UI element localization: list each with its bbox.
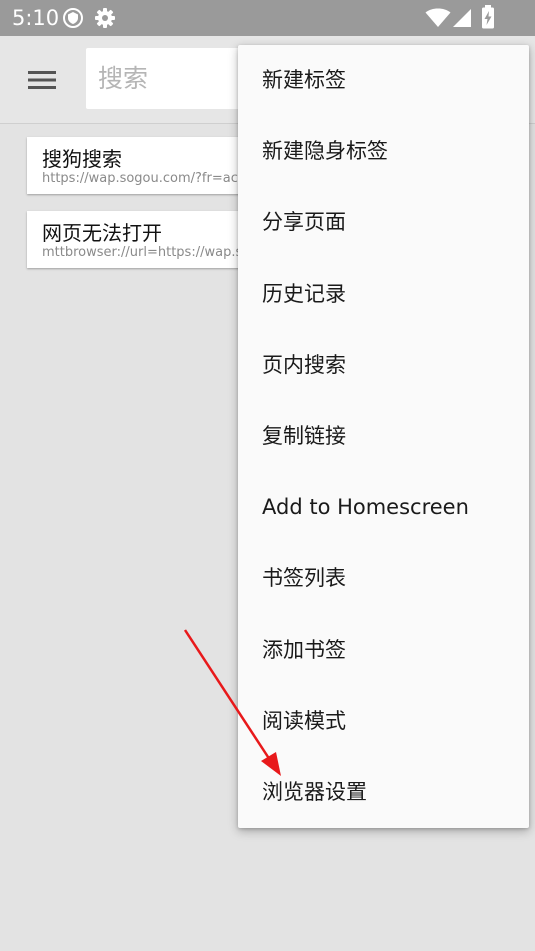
status-bar: 5:10 [0, 0, 535, 36]
menu-item-copy-link[interactable]: 复制链接 [238, 401, 529, 472]
shield-notification-icon [62, 7, 84, 33]
result-url: https://wap.sogou.com/?fr=ac [42, 171, 238, 186]
hamburger-menu-icon[interactable] [22, 60, 62, 100]
menu-item-bookmark-list[interactable]: 书签列表 [238, 543, 529, 614]
menu-item-find-in-page[interactable]: 页内搜索 [238, 330, 529, 401]
menu-item-add-to-homescreen[interactable]: Add to Homescreen [238, 472, 529, 543]
result-title: 网页无法打开 [42, 221, 162, 245]
wifi-icon [425, 8, 451, 32]
settings-gear-icon [94, 7, 116, 33]
menu-item-reader-mode[interactable]: 阅读模式 [238, 686, 529, 757]
cell-signal-icon [452, 8, 472, 32]
result-title: 搜狗搜索 [42, 147, 122, 171]
menu-item-new-tab[interactable]: 新建标签 [238, 45, 529, 116]
menu-item-share-page[interactable]: 分享页面 [238, 187, 529, 258]
status-time: 5:10 [12, 6, 60, 30]
overflow-menu: 新建标签 新建隐身标签 分享页面 历史记录 页内搜索 复制链接 Add to H… [238, 45, 529, 828]
menu-item-history[interactable]: 历史记录 [238, 259, 529, 330]
battery-charging-icon [481, 5, 495, 33]
result-url: mttbrowser://url=https://wap.s [42, 245, 243, 260]
menu-item-add-bookmark[interactable]: 添加书签 [238, 615, 529, 686]
menu-item-browser-settings[interactable]: 浏览器设置 [238, 757, 529, 828]
menu-item-new-incognito-tab[interactable]: 新建隐身标签 [238, 116, 529, 187]
